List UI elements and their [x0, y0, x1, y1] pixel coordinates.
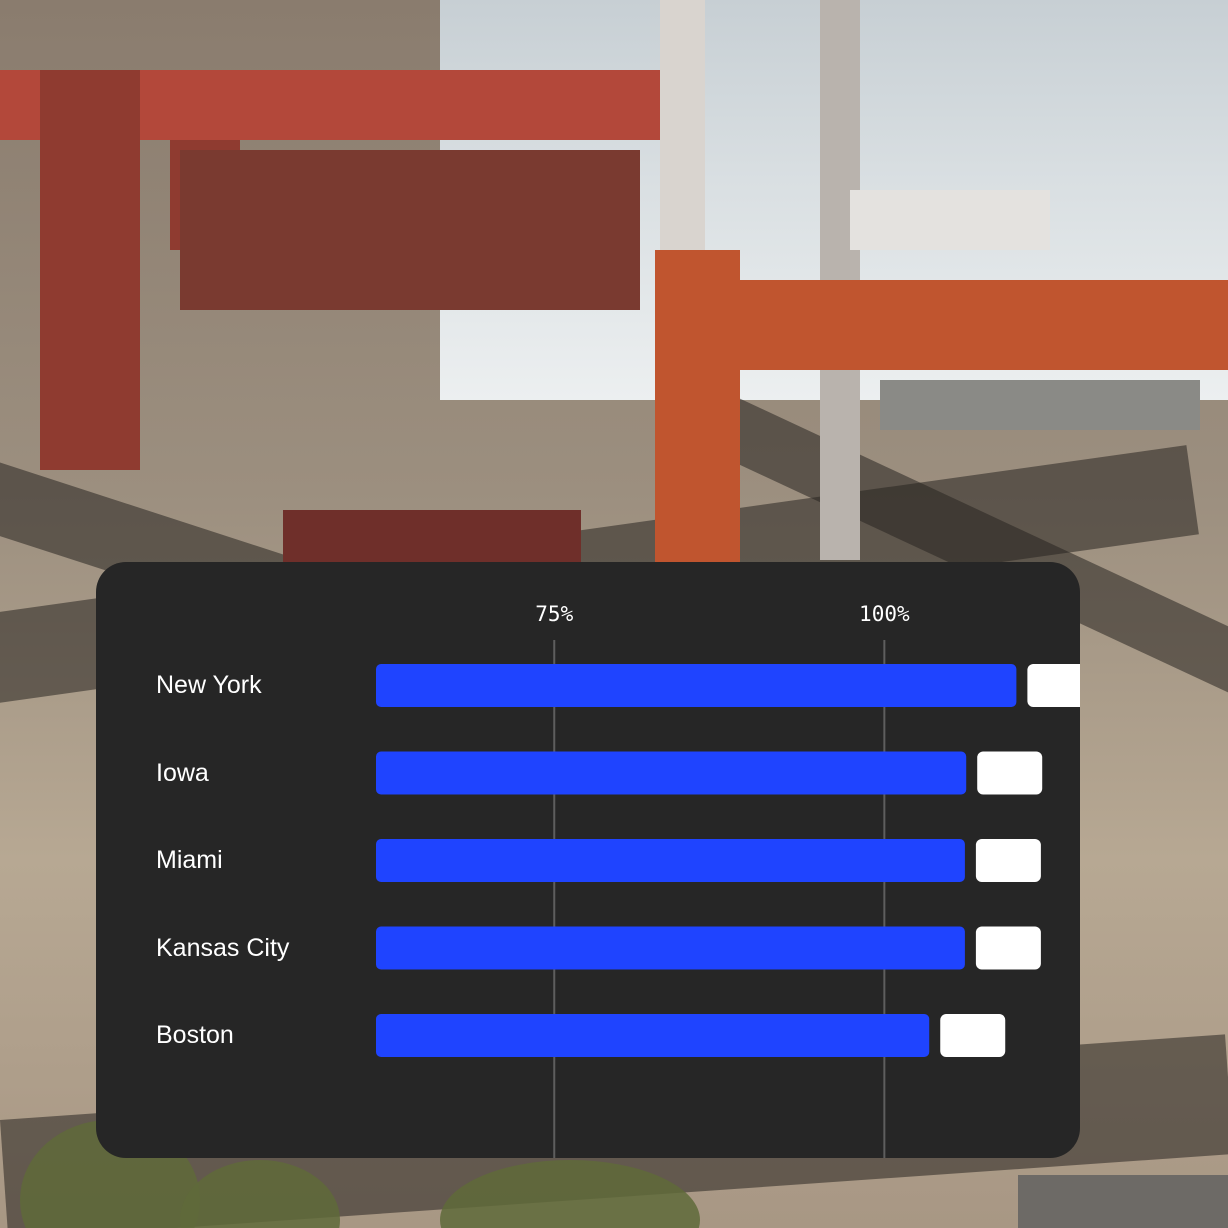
- bar: [376, 664, 1017, 707]
- container: [1018, 1175, 1228, 1228]
- bar-end-marker: [1027, 664, 1080, 707]
- bar-chart: [376, 640, 1080, 1158]
- crane-beam: [740, 280, 1228, 370]
- chart-card: 75% 100% New York Iowa Miami Kansas City Bost…: [96, 562, 1080, 1158]
- container: [283, 510, 581, 570]
- category-label: New York: [156, 671, 262, 699]
- category-label: Iowa: [156, 758, 209, 787]
- bar: [376, 751, 967, 795]
- tick-label: 100%: [859, 602, 910, 626]
- ship: [850, 190, 1050, 250]
- bar: [376, 926, 965, 970]
- bar-end-marker: [977, 751, 1043, 795]
- bar-end-marker: [975, 926, 1041, 970]
- bar-end-marker: [975, 839, 1041, 882]
- crane-leg: [40, 70, 140, 470]
- category-label: Kansas City: [156, 933, 290, 962]
- category-label: Miami: [156, 846, 223, 874]
- bar-end-marker: [940, 1014, 1006, 1057]
- bar: [376, 1014, 930, 1057]
- crane-leg: [655, 250, 740, 570]
- tick-label: 75%: [535, 602, 574, 626]
- crane-post: [660, 0, 705, 260]
- bar: [376, 839, 965, 882]
- container-stack: [180, 150, 640, 310]
- ship-deck: [880, 380, 1200, 430]
- category-label: Boston: [156, 1021, 234, 1049]
